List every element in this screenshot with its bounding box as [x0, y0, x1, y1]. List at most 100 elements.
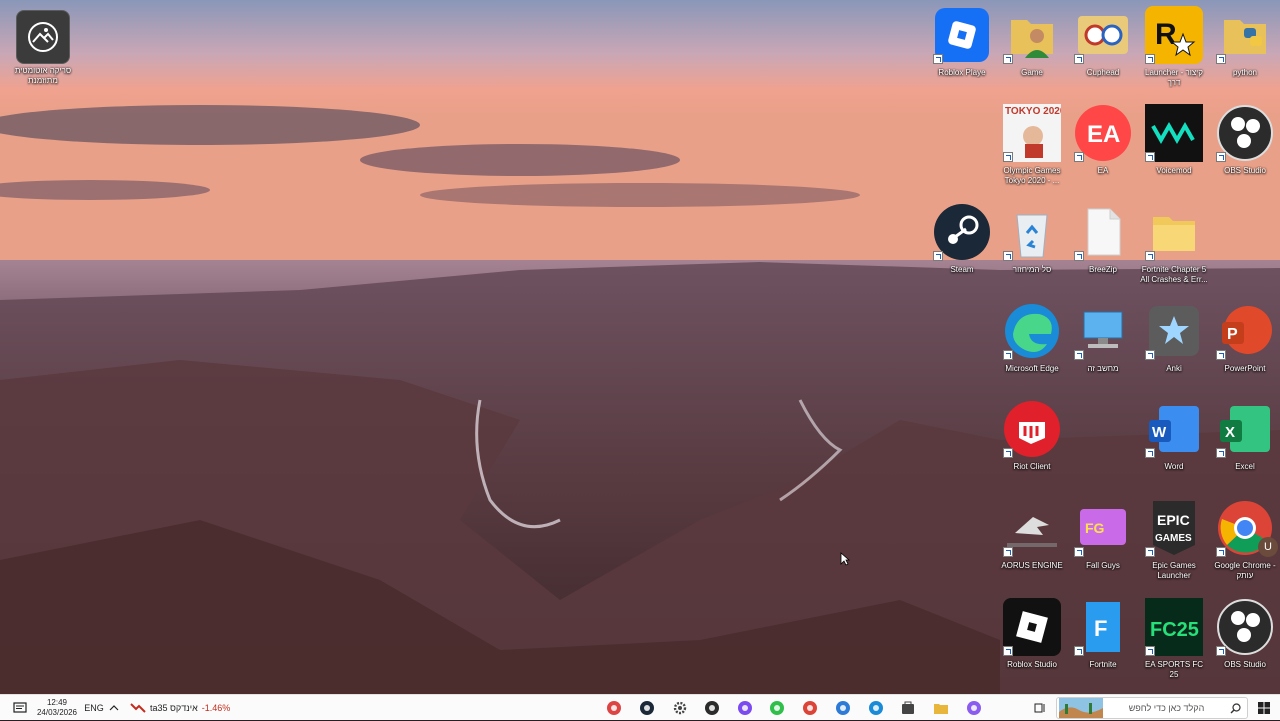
- chrome-icon: [803, 701, 817, 715]
- desktop-icon-label: Steam: [950, 265, 974, 274]
- taskbar-app-edge[interactable]: [862, 695, 890, 721]
- photos-icon: [836, 701, 850, 715]
- taskbar-app-photos[interactable]: [829, 695, 857, 721]
- epic-icon: [705, 701, 719, 715]
- taskbar-app-settings[interactable]: [666, 695, 694, 721]
- svg-text:EPIC: EPIC: [1157, 512, 1190, 528]
- desktop-icon-image: P: [1214, 300, 1276, 362]
- desktop-shortcut-riot-client[interactable]: Riot Client: [998, 398, 1066, 472]
- desktop-icon-image: [1001, 398, 1063, 460]
- desktop-icon-image: FC25: [1143, 596, 1205, 658]
- desktop-icon-label: EA: [1097, 166, 1109, 175]
- taskbar-app-store[interactable]: [894, 695, 922, 721]
- desktop-icon-image: TOKYO 2020: [1001, 102, 1063, 164]
- desktop-shortcut-steam[interactable]: Steam: [928, 201, 996, 275]
- desktop-shortcut-voicemod[interactable]: Voicemod: [1140, 102, 1208, 176]
- taskbar-app-chrome-like[interactable]: [600, 695, 628, 721]
- desktop-icon-label: Epic Games Launcher: [1152, 561, 1196, 580]
- desktop-icon-label: AORUS ENGINE: [1001, 561, 1063, 570]
- search-icon: [1230, 702, 1241, 713]
- clock-date: 24/03/2026: [36, 708, 78, 717]
- shortcut-arrow-icon: [1216, 152, 1226, 162]
- desktop-icon-label: BreeZip: [1088, 265, 1117, 274]
- notification-center-icon: [13, 702, 27, 713]
- photos-app-shortcut[interactable]: סריקה אוטומטית מתוזמנת: [9, 10, 77, 86]
- desktop-shortcut-powerpoint[interactable]: P PowerPoint: [1211, 300, 1279, 374]
- desktop-icon-label: Launcher - קיצור דרך: [1145, 68, 1203, 87]
- desktop-shortcut-aorus-engine[interactable]: AORUS ENGINE: [998, 497, 1066, 571]
- desktop-shortcut-cuphead[interactable]: Cuphead: [1069, 4, 1137, 78]
- desktop-shortcut-epic-games[interactable]: EPIC GAMES Epic Games Launcher: [1140, 497, 1208, 581]
- desktop-icon-label: Riot Client: [1013, 462, 1051, 471]
- shortcut-arrow-icon: [1216, 547, 1226, 557]
- input-language[interactable]: ENG: [82, 695, 106, 721]
- taskbar-app-explorer[interactable]: [927, 695, 955, 721]
- desktop-shortcut-fall-guys[interactable]: FG Fall Guys: [1069, 497, 1137, 571]
- taskbar-app-copilot[interactable]: [960, 695, 988, 721]
- profile-badge: U: [1258, 537, 1278, 557]
- desktop-shortcut-breezip[interactable]: BreeZip: [1069, 201, 1137, 275]
- taskbar-app-epic[interactable]: [698, 695, 726, 721]
- taskbar-app-messenger[interactable]: [731, 695, 759, 721]
- shortcut-arrow-icon: [1145, 448, 1155, 458]
- show-hidden-icons-button[interactable]: [106, 695, 122, 721]
- desktop-icon-image: [1143, 300, 1205, 362]
- desktop-shortcut-fortnite[interactable]: F Fortnite: [1069, 596, 1137, 670]
- taskbar-app-steam[interactable]: [633, 695, 661, 721]
- desktop-icon-label: OBS Studio: [1224, 166, 1266, 175]
- desktop-shortcut-game-folder[interactable]: Game: [998, 4, 1066, 78]
- shortcut-arrow-icon: [1145, 350, 1155, 360]
- windows-logo-icon: [1258, 702, 1270, 714]
- desktop-shortcut-excel[interactable]: X Excel: [1211, 398, 1279, 472]
- desktop-shortcut-olympic-games[interactable]: TOKYO 2020 Olympic Games Tokyo 2020 - ...: [998, 102, 1066, 186]
- shortcut-arrow-icon: [1003, 251, 1013, 261]
- desktop-shortcut-roblox-player[interactable]: Roblox Playe: [928, 4, 996, 78]
- desktop-icon-image: [1143, 102, 1205, 164]
- start-button[interactable]: [1252, 695, 1276, 721]
- desktop-shortcut-recycle-bin[interactable]: סל המיחזור: [998, 201, 1066, 275]
- task-view-button[interactable]: [1030, 695, 1050, 721]
- desktop-icon-label: python: [1232, 68, 1258, 77]
- shortcut-arrow-icon: [933, 251, 943, 261]
- desktop-icon-image: FG: [1072, 497, 1134, 559]
- desktop-icon-image: U: [1214, 497, 1278, 559]
- desktop-icon-label: Excel: [1235, 462, 1255, 471]
- taskbar-clock[interactable]: 12:49 24/03/2026: [36, 695, 78, 721]
- svg-text:EA: EA: [1087, 121, 1120, 148]
- stock-widget[interactable]: ta35 אינדקס -1.46%: [130, 695, 248, 721]
- desktop-shortcut-this-pc[interactable]: מחשב זה: [1069, 300, 1137, 374]
- notifications-button[interactable]: [8, 695, 32, 721]
- shortcut-arrow-icon: [1003, 646, 1013, 656]
- desktop-shortcut-obs-studio-1[interactable]: OBS Studio: [1211, 102, 1279, 176]
- desktop-shortcut-ea-sports-fc25[interactable]: FC25 EA SPORTS FC 25: [1140, 596, 1208, 680]
- svg-text:FC25: FC25: [1150, 619, 1199, 641]
- stock-change: -1.46%: [201, 703, 231, 713]
- copilot-icon: [967, 701, 981, 715]
- desktop-icon-label: EA SPORTS FC 25: [1144, 660, 1204, 679]
- desktop-shortcut-roblox-studio[interactable]: Roblox Studio: [998, 596, 1066, 670]
- task-view-icon: [1034, 703, 1045, 713]
- shortcut-arrow-icon: [1074, 152, 1084, 162]
- taskbar-search-box[interactable]: הקלד כאן כדי לחפש: [1056, 697, 1248, 719]
- shortcut-arrow-icon: [1003, 448, 1013, 458]
- desktop-icon-image: [1001, 596, 1063, 658]
- taskbar-app-razer[interactable]: [763, 695, 791, 721]
- desktop-shortcut-rockstar-launcher[interactable]: R Launcher - קיצור דרך: [1140, 4, 1208, 88]
- desktop-shortcut-fortnite-crashes-folder[interactable]: Fortnite Chapter 5 All Crashes & Err...: [1140, 201, 1208, 285]
- desktop-shortcut-anki[interactable]: Anki: [1140, 300, 1208, 374]
- shortcut-arrow-icon: [1003, 54, 1013, 64]
- desktop-shortcut-obs-studio-2[interactable]: OBS Studio: [1211, 596, 1279, 670]
- desktop-icon-label: סריקה אוטומטית מתוזמנת: [14, 66, 72, 85]
- desktop-shortcut-word[interactable]: W Word: [1140, 398, 1208, 472]
- shortcut-arrow-icon: [1074, 350, 1084, 360]
- settings-icon: [673, 701, 687, 715]
- taskbar-app-chrome[interactable]: [796, 695, 824, 721]
- desktop-shortcut-python-folder[interactable]: python: [1211, 4, 1279, 78]
- desktop-shortcut-ea-app[interactable]: EA EA: [1069, 102, 1137, 176]
- desktop-shortcut-microsoft-edge[interactable]: Microsoft Edge: [998, 300, 1066, 374]
- shortcut-arrow-icon: [1216, 54, 1226, 64]
- desktop-icon-image: [1143, 201, 1205, 263]
- desktop-icon-label: מחשב זה: [1087, 364, 1119, 373]
- stock-name: ta35 אינדקס: [150, 703, 198, 713]
- desktop-shortcut-google-chrome[interactable]: U Google Chrome - עותק: [1211, 497, 1279, 581]
